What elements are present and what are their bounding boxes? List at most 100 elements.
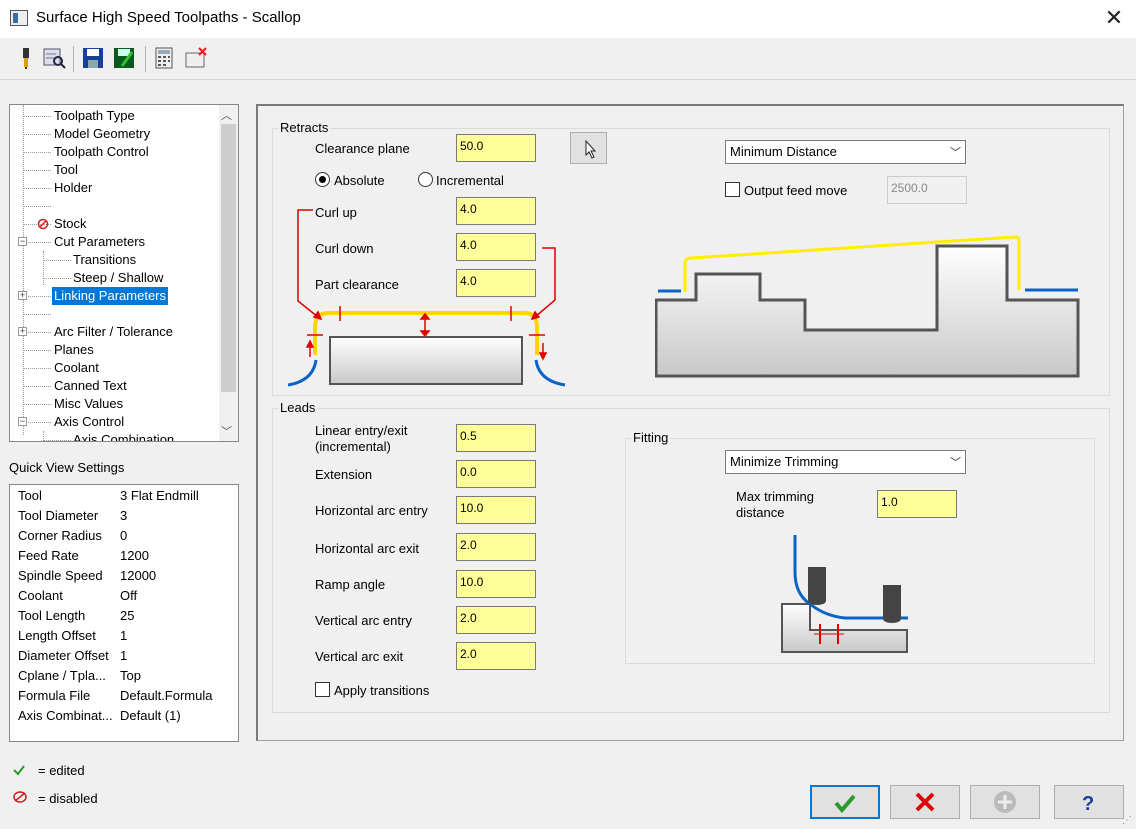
h-arc-entry-input[interactable]: 10.0 <box>456 496 536 524</box>
tree-item[interactable]: Model Geometry <box>54 125 150 143</box>
incremental-radio[interactable] <box>418 172 433 187</box>
toolbar <box>0 38 1136 80</box>
tree-item[interactable]: Holder <box>54 179 92 197</box>
close-icon: ✕ <box>1104 5 1124 30</box>
quick-view-key: Axis Combinat... <box>18 708 113 723</box>
output-feed-label: Output feed move <box>744 183 848 198</box>
quick-view-value: 3 Flat Endmill <box>120 488 199 503</box>
tree-item[interactable]: Misc Values <box>54 395 123 413</box>
tree-item[interactable]: Tool <box>54 161 78 179</box>
quick-view-key: Formula File <box>18 688 91 703</box>
quick-view-value: 3 <box>120 508 128 523</box>
v-arc-entry-input[interactable]: 2.0 <box>456 606 536 634</box>
checkmark-icon <box>834 794 856 814</box>
tree-item[interactable]: Toolpath Control <box>54 143 149 161</box>
h-arc-exit-label: Horizontal arc exit <box>315 541 420 556</box>
quick-view-key: Cplane / Tpla... <box>18 668 106 683</box>
ok-button[interactable] <box>810 785 880 819</box>
preview-icon[interactable] <box>42 46 66 70</box>
v-arc-entry-label: Vertical arc entry <box>315 613 412 628</box>
scroll-down-icon[interactable]: ﹀ <box>221 423 232 439</box>
quick-view-key: Diameter Offset <box>18 648 109 663</box>
absolute-radio[interactable] <box>315 172 330 187</box>
tree-item[interactable]: Cut Parameters <box>54 233 145 251</box>
chevron-down-icon: ﹀ <box>950 147 961 159</box>
leads-title: Leads <box>278 400 318 415</box>
linear-entry-input[interactable]: 0.5 <box>456 424 536 452</box>
disabled-icon <box>13 791 27 803</box>
calculator-icon[interactable] <box>152 46 176 70</box>
save-load-icon[interactable] <box>112 46 136 70</box>
fitting-title: Fitting <box>631 430 671 445</box>
tree-item[interactable]: Stock <box>54 215 87 233</box>
clear-icon[interactable] <box>184 46 208 70</box>
quick-view-key: Spindle Speed <box>18 568 103 583</box>
max-trim-label-2: distance <box>736 505 785 520</box>
quick-view-value: 12000 <box>120 568 157 583</box>
tree-item[interactable]: Planes <box>54 341 94 359</box>
svg-text:?: ? <box>1082 793 1094 814</box>
quick-view-value: 1 <box>120 648 128 663</box>
parameter-tree: Toolpath Type Model Geometry Toolpath Cont… <box>9 104 239 442</box>
tree-item[interactable]: Canned Text <box>54 377 127 395</box>
apply-button[interactable] <box>970 785 1040 819</box>
apply-transitions-checkbox[interactable] <box>315 682 330 697</box>
quick-view-key: Tool Diameter <box>18 508 99 523</box>
fitting-method-select[interactable]: Minimize Trimming ﹀ <box>725 450 966 474</box>
tree-item[interactable]: Steep / Shallow <box>73 269 163 287</box>
incremental-label: Incremental <box>436 173 504 188</box>
cancel-button[interactable] <box>890 785 960 819</box>
tree-item[interactable]: Linking Parameters <box>52 287 168 305</box>
linear-entry-label-2: (incremental) <box>315 439 391 454</box>
expand-icon[interactable]: + <box>18 327 27 336</box>
quick-view-key: Tool <box>18 488 42 503</box>
clearance-plane-label: Clearance plane <box>315 141 410 156</box>
disabled-legend: = disabled <box>38 791 98 806</box>
disabled-icon <box>37 218 49 230</box>
ramp-angle-label: Ramp angle <box>315 577 386 592</box>
extension-input[interactable]: 0.0 <box>456 460 536 488</box>
quick-view-value: Default (1) <box>120 708 181 723</box>
save-icon[interactable] <box>81 46 105 70</box>
h-arc-exit-input[interactable]: 2.0 <box>456 533 536 561</box>
clearance-plane-input[interactable]: 50.0 <box>456 134 536 162</box>
scrollbar-thumb[interactable] <box>221 124 236 392</box>
scroll-up-icon[interactable]: ︿ <box>221 107 232 123</box>
app-icon <box>10 10 28 26</box>
close-button[interactable]: ✕ <box>1098 4 1130 32</box>
max-trim-input[interactable]: 1.0 <box>877 490 957 518</box>
resize-grip-icon[interactable]: ⋰ <box>1122 815 1132 826</box>
quick-view-key: Feed Rate <box>18 548 79 563</box>
output-feed-input[interactable]: 2500.0 <box>887 176 967 204</box>
tree-item[interactable]: Toolpath Type <box>54 107 135 125</box>
select-point-button[interactable] <box>570 132 607 164</box>
tree-item[interactable]: Axis Combination <box>73 431 174 441</box>
tree-item[interactable]: Transitions <box>73 251 136 269</box>
absolute-label: Absolute <box>334 173 385 188</box>
tree-item[interactable]: Axis Control <box>54 413 124 431</box>
quick-view-key: Coolant <box>18 588 63 603</box>
expand-icon[interactable]: + <box>18 291 27 300</box>
h-arc-entry-label: Horizontal arc entry <box>315 503 428 518</box>
quick-view-value: 1 <box>120 628 128 643</box>
retract-method-select[interactable]: Minimum Distance ﹀ <box>725 140 966 164</box>
quick-view-value: 1200 <box>120 548 149 563</box>
quick-view-key: Corner Radius <box>18 528 102 543</box>
clearance-diagram <box>655 235 1080 378</box>
collapse-icon[interactable]: − <box>18 417 27 426</box>
output-feed-checkbox[interactable] <box>725 182 740 197</box>
tool-icon[interactable] <box>14 46 38 70</box>
retract-diagram <box>287 209 566 387</box>
v-arc-exit-input[interactable]: 2.0 <box>456 642 536 670</box>
edited-legend: = edited <box>38 763 85 778</box>
ramp-angle-input[interactable]: 10.0 <box>456 570 536 598</box>
checkmark-icon <box>13 765 25 776</box>
tree-item[interactable]: Coolant <box>54 359 99 377</box>
quick-view-title: Quick View Settings <box>9 460 125 475</box>
collapse-icon[interactable]: − <box>18 237 27 246</box>
cancel-icon <box>915 792 935 812</box>
max-trim-label: Max trimming <box>736 489 815 504</box>
tree-item[interactable]: Arc Filter / Tolerance <box>54 323 173 341</box>
help-button[interactable]: ? <box>1054 785 1124 819</box>
linear-entry-label: Linear entry/exit <box>315 423 408 438</box>
